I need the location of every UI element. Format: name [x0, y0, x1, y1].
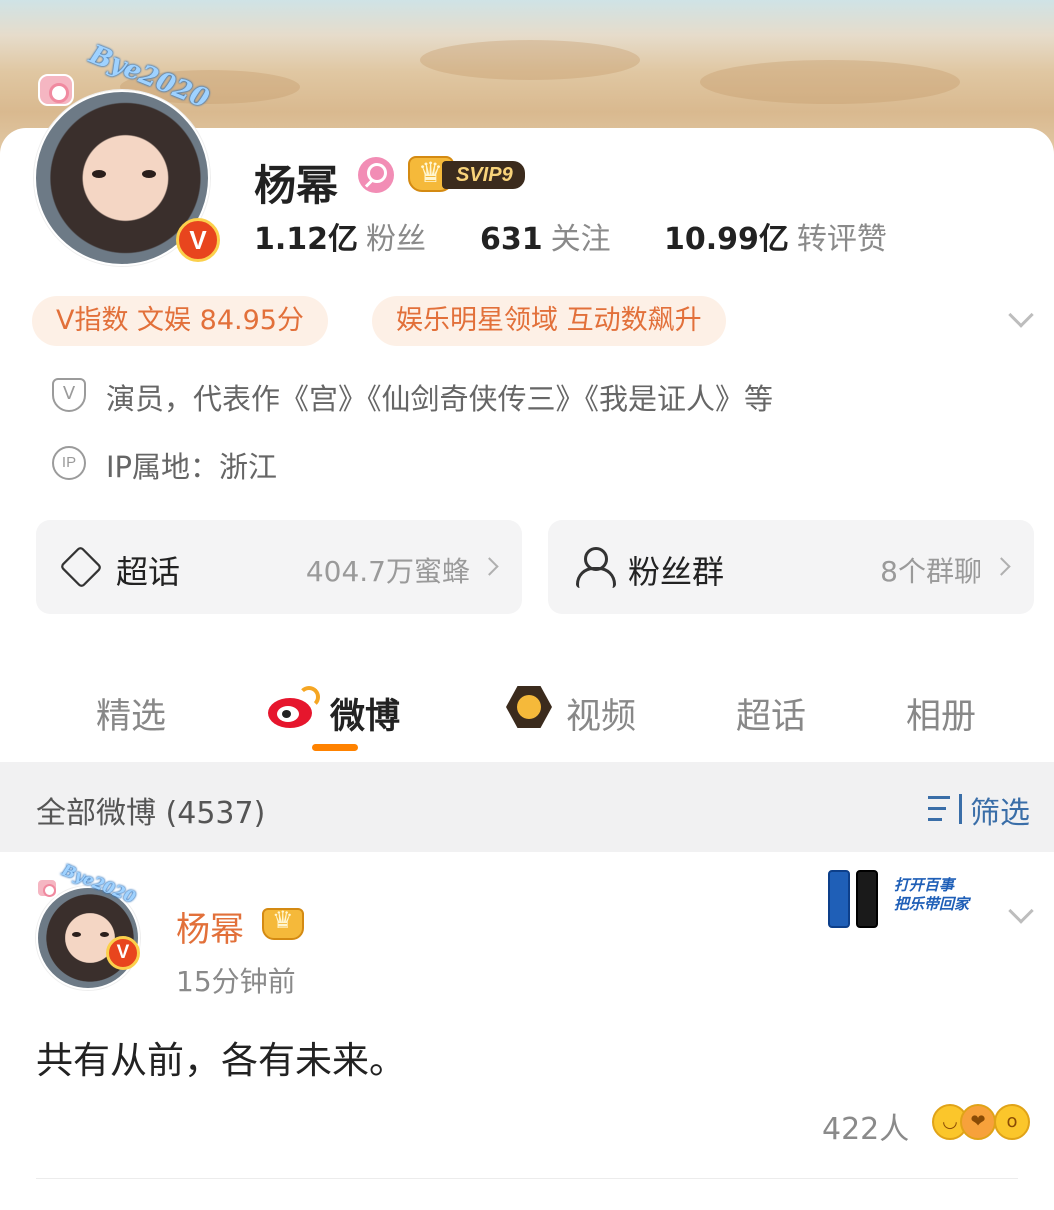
- svip-level: SVIP9: [442, 161, 525, 189]
- ad-slogan-line: 打开百事: [894, 876, 955, 894]
- filter-button[interactable]: 筛选: [970, 788, 1030, 832]
- entry-value: 8个群聊: [880, 555, 982, 588]
- tab-video[interactable]: 视频: [566, 688, 636, 739]
- stat-label: 关注: [550, 222, 611, 257]
- stat-value: 1.12亿: [254, 222, 359, 257]
- stat-interactions[interactable]: 10.99亿 转评赞: [664, 214, 887, 258]
- surprised-emoji-icon: o: [994, 1104, 1030, 1140]
- tab-featured[interactable]: 精选: [96, 688, 166, 739]
- post-text: 共有从前，各有未来。: [36, 1039, 406, 1082]
- active-tab-indicator: [312, 744, 358, 751]
- stat-value: 631: [480, 222, 543, 257]
- super-topic-entry[interactable]: 超话 404.7万蜜蜂: [36, 520, 522, 614]
- domain-trend-chip[interactable]: 娱乐明星领域 互动数飙升: [372, 296, 726, 346]
- entry-title: 超话: [116, 553, 181, 591]
- bio-text: 演员，代表作《宫》《仙剑奇侠传三》《我是证人》等: [106, 382, 774, 416]
- stat-following[interactable]: 631 关注: [480, 214, 611, 258]
- pepsi-ad-sticker: 打开百事 把乐带回家: [824, 856, 984, 940]
- filter-icon[interactable]: [928, 794, 964, 824]
- female-gender-icon: [358, 157, 394, 193]
- shield-icon: V: [52, 378, 86, 412]
- chevron-right-icon: [480, 557, 499, 576]
- post-divider: [36, 1178, 1018, 1179]
- post-author-name[interactable]: 杨幂: [176, 902, 244, 951]
- verified-badge-icon: V: [176, 218, 220, 262]
- stat-fans[interactable]: 1.12亿 粉丝: [254, 214, 426, 258]
- post-timestamp: 15分钟前: [176, 965, 296, 998]
- hug-emoji-icon: ❤: [960, 1104, 996, 1140]
- verified-badge-icon: V: [106, 936, 140, 970]
- fan-group-entry[interactable]: 粉丝群 8个群聊: [548, 520, 1034, 614]
- ip-icon: IP: [52, 446, 86, 480]
- camera-icon: [36, 878, 58, 898]
- stat-value: 10.99亿: [664, 222, 789, 257]
- post-filter-bar: 全部微博 (4537) 筛选: [0, 762, 1054, 852]
- entry-value: 404.7万蜜蜂: [305, 555, 470, 588]
- reaction-count[interactable]: 422人: [822, 1104, 909, 1148]
- post-menu-chevron-icon[interactable]: [1008, 898, 1034, 924]
- svip-badge[interactable]: SVIP9: [408, 156, 538, 192]
- chevron-right-icon: [992, 557, 1011, 576]
- profile-name: 杨幂: [254, 161, 339, 210]
- stat-label: 转评赞: [796, 222, 887, 257]
- profile-avatar-area[interactable]: Bye2020 V: [34, 39, 224, 266]
- ad-slogan-line: 把乐带回家: [894, 895, 970, 913]
- ip-location-text: IP属地：浙江: [106, 450, 278, 484]
- camera-icon: [38, 74, 74, 106]
- stat-label: 粉丝: [366, 222, 427, 257]
- weibo-logo-icon: [268, 686, 320, 730]
- member-crown-icon: [262, 906, 304, 940]
- pepsi-can-icon: [856, 870, 878, 928]
- pepsi-can-icon: [828, 870, 850, 928]
- entry-title: 粉丝群: [628, 553, 725, 591]
- ad-slogan: 打开百事 把乐带回家: [894, 876, 969, 914]
- tab-album[interactable]: 相册: [906, 688, 976, 739]
- v-index-chip[interactable]: V指数 文娱 84.95分: [32, 296, 328, 346]
- diamond-icon: [59, 545, 103, 589]
- all-posts-count[interactable]: 全部微博 (4537): [36, 788, 265, 832]
- tab-weibo[interactable]: 微博: [330, 688, 400, 739]
- weibo-post: Bye2020 V 杨幂 15分钟前 打开百事 把乐带回家 共有从前，各有未来。…: [0, 852, 1054, 1210]
- people-icon: [572, 547, 616, 588]
- tab-super-topic[interactable]: 超话: [736, 688, 806, 739]
